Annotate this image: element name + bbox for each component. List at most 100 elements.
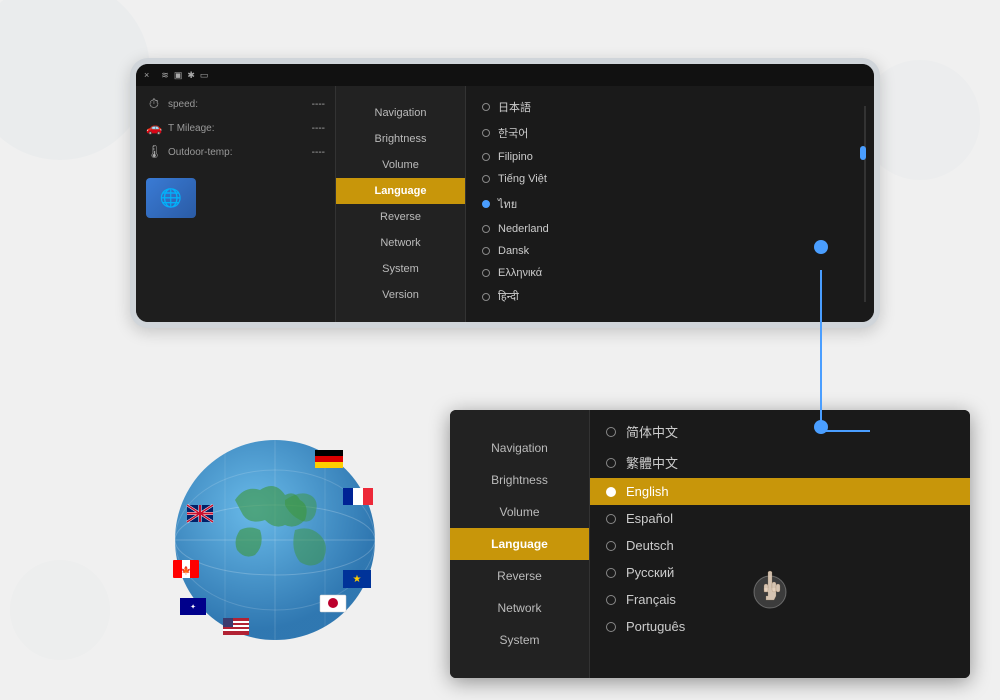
lang-radio	[482, 247, 490, 255]
top-menu-panel: NavigationBrightnessVolumeLanguageRevers…	[336, 86, 466, 322]
bottom-language-panel: 简体中文繁體中文 English Español Deutsch Русский Fran…	[590, 410, 970, 678]
menu-item-network[interactable]: Network	[336, 230, 465, 256]
car-icon: 🚗	[146, 120, 162, 136]
lang-label: Tiếng Việt	[498, 173, 547, 185]
wifi-icon: ≋	[161, 70, 169, 81]
lang-label: Nederland	[498, 223, 549, 235]
menu-item-navigation[interactable]: Navigation	[336, 100, 465, 126]
lang-label: Filipino	[498, 151, 533, 163]
connector-dot-top	[814, 240, 828, 254]
bottom-lang-radio	[606, 622, 616, 632]
language-item[interactable]: 한국어	[466, 120, 874, 146]
bottom-language-item[interactable]: Deutsch	[590, 532, 970, 559]
bottom-lang-label: Русский	[626, 565, 674, 580]
lang-radio	[482, 129, 490, 137]
connector-dot-bottom	[814, 420, 828, 434]
bottom-lang-radio	[606, 458, 616, 468]
bottom-lang-label: 繁體中文	[626, 453, 678, 472]
language-item[interactable]: Nederland	[466, 218, 874, 240]
bluetooth-icon: ✱	[187, 70, 195, 81]
language-item[interactable]: हिन्दी	[466, 284, 874, 309]
dashboard-panel: ⏱ speed: ---- 🚗 T Mileage: ---- 🌡 Outdoo…	[136, 86, 336, 322]
bottom-lang-radio	[606, 487, 616, 497]
scrollbar-track	[864, 106, 866, 302]
svg-text:✦: ✦	[190, 603, 196, 611]
bottom-lang-label: Français	[626, 592, 676, 607]
temp-row: 🌡 Outdoor-temp: ----	[146, 144, 325, 160]
lang-radio	[482, 175, 490, 183]
lang-radio	[482, 153, 490, 161]
bottom-menu-item-volume[interactable]: Volume	[450, 496, 589, 528]
menu-item-version[interactable]: Version	[336, 282, 465, 308]
bottom-language-item[interactable]: Français	[590, 586, 970, 613]
globe-thumbnail: 🌐	[146, 168, 325, 218]
language-item[interactable]: 日本語	[466, 94, 874, 120]
language-item[interactable]: Ελληνικά	[466, 262, 874, 284]
status-icons: ≋ ▣ ✱ ▭	[161, 70, 208, 81]
lang-radio	[482, 293, 490, 301]
device-content: ⏱ speed: ---- 🚗 T Mileage: ---- 🌡 Outdoo…	[136, 86, 874, 322]
lang-label: Dansk	[498, 245, 529, 257]
menu-item-system[interactable]: System	[336, 256, 465, 282]
mileage-label: T Mileage:	[168, 123, 306, 134]
menu-item-brightness[interactable]: Brightness	[336, 126, 465, 152]
bottom-menu-item-navigation[interactable]: Navigation	[450, 432, 589, 464]
box-icon: ▣	[174, 70, 183, 81]
bottom-menu-panel: NavigationBrightnessVolumeLanguageRevers…	[450, 410, 590, 678]
connector-horizontal-line	[820, 430, 870, 432]
menu-item-volume[interactable]: Volume	[336, 152, 465, 178]
bottom-language-item[interactable]: Русский	[590, 559, 970, 586]
top-device: × ≋ ▣ ✱ ▭ ⏱ speed: ---- 🚗 T Mileage: ---…	[130, 58, 880, 328]
bottom-lang-radio	[606, 541, 616, 551]
bottom-lang-label: Español	[626, 511, 673, 526]
signal-icon: ▭	[200, 70, 209, 81]
bottom-lang-label: Deutsch	[626, 538, 674, 553]
speed-icon: ⏱	[146, 96, 162, 112]
bg-decoration-1	[0, 0, 150, 160]
status-bar: × ≋ ▣ ✱ ▭	[136, 64, 874, 86]
close-icon: ×	[144, 70, 149, 80]
bottom-language-item[interactable]: Português	[590, 613, 970, 640]
language-item[interactable]: Tiếng Việt	[466, 168, 874, 190]
scrollbar-thumb	[860, 146, 866, 160]
bottom-language-item[interactable]: English	[590, 478, 970, 505]
top-language-panel: 日本語 한국어 Filipino Tiếng Việt ไทย Nederland Dans…	[466, 86, 874, 322]
lang-label: Ελληνικά	[498, 267, 542, 279]
bottom-menu-item-network[interactable]: Network	[450, 592, 589, 624]
language-item[interactable]: ไทย	[466, 190, 874, 218]
bottom-language-item[interactable]: 繁體中文	[590, 447, 970, 478]
bottom-lang-radio	[606, 568, 616, 578]
connector-vertical-line	[820, 270, 822, 430]
bottom-menu-item-system[interactable]: System	[450, 624, 589, 656]
bottom-lang-radio	[606, 514, 616, 524]
temp-value: ----	[312, 147, 325, 158]
svg-text:🍁: 🍁	[181, 565, 191, 575]
lang-radio	[482, 269, 490, 277]
temp-label: Outdoor-temp:	[168, 147, 306, 158]
bottom-menu-item-language[interactable]: Language	[450, 528, 589, 560]
language-item[interactable]: Dansk	[466, 240, 874, 262]
globe-svg: 🍁 ★ ✦	[165, 430, 385, 650]
temp-icon: 🌡	[146, 144, 162, 160]
bottom-language-item[interactable]: Español	[590, 505, 970, 532]
lang-radio	[482, 200, 490, 208]
bottom-lang-label: English	[626, 484, 669, 499]
svg-text:★: ★	[353, 574, 362, 585]
bottom-menu-item-brightness[interactable]: Brightness	[450, 464, 589, 496]
lang-radio	[482, 225, 490, 233]
title-area	[0, 0, 1000, 18]
bottom-lang-label: 简体中文	[626, 422, 678, 441]
lang-label: 日本語	[498, 99, 531, 115]
menu-item-language[interactable]: Language	[336, 178, 465, 204]
bottom-language-item[interactable]: 简体中文	[590, 416, 970, 447]
speed-row: ⏱ speed: ----	[146, 96, 325, 112]
globe-section: 🍁 ★ ✦	[130, 410, 420, 670]
mileage-value: ----	[312, 123, 325, 134]
lang-radio	[482, 103, 490, 111]
language-item[interactable]: Filipino	[466, 146, 874, 168]
bottom-menu-item-reverse[interactable]: Reverse	[450, 560, 589, 592]
bottom-lang-label: Português	[626, 619, 685, 634]
menu-item-reverse[interactable]: Reverse	[336, 204, 465, 230]
bg-decoration-3	[10, 560, 110, 660]
speed-value: ----	[312, 99, 325, 110]
